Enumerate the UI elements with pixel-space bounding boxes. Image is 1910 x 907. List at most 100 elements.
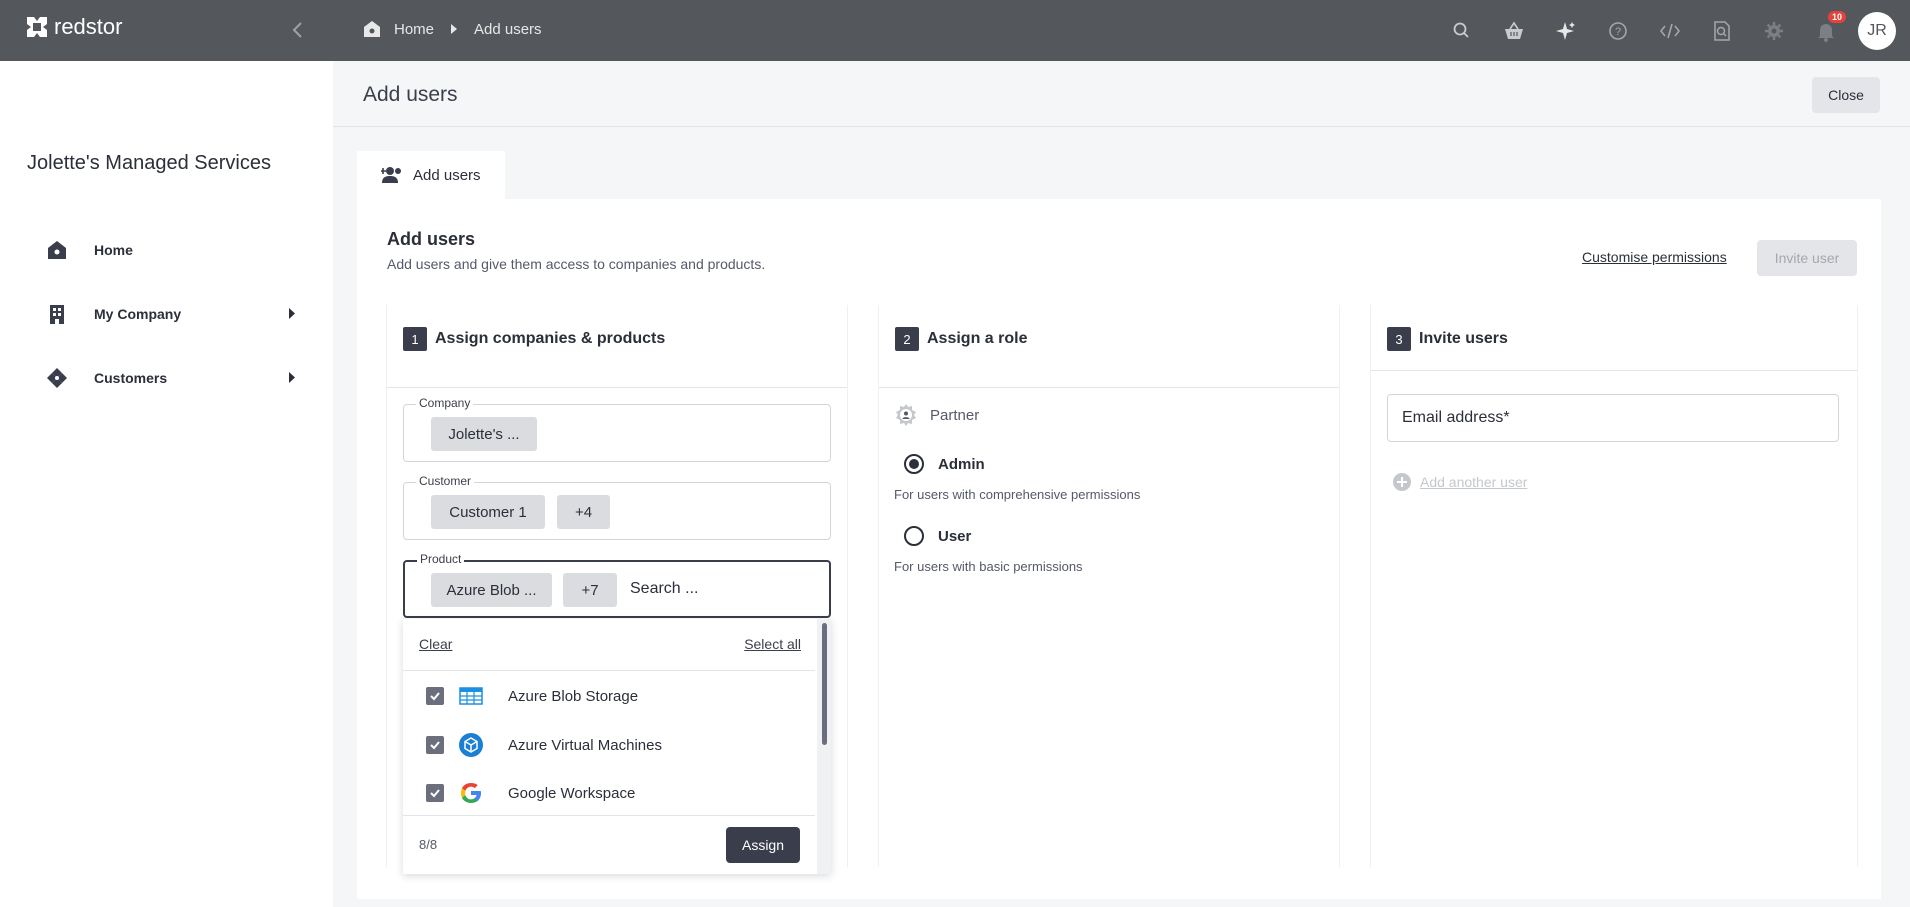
partner-badge-icon [896, 404, 916, 426]
redstor-logo-icon [27, 17, 47, 37]
company-chip[interactable]: Jolette's ... [431, 417, 537, 451]
product-more-chip[interactable]: +7 [563, 573, 617, 607]
search-button[interactable] [1436, 0, 1488, 61]
checkbox[interactable] [426, 736, 444, 754]
customer-field[interactable]: Customer Customer 1 +4 [403, 474, 831, 540]
product-option-label: Google Workspace [508, 784, 636, 802]
breadcrumb-separator-icon [451, 24, 458, 34]
organization-name: Jolette's Managed Services [27, 152, 271, 174]
scrollbar-thumb[interactable] [822, 623, 827, 745]
svg-text:?: ? [1615, 26, 1621, 38]
page-header: Add users Close [333, 61, 1910, 127]
customer-field-label: Customer [416, 474, 475, 488]
radio-button[interactable] [904, 454, 924, 474]
code-icon [1659, 23, 1681, 38]
settings-button[interactable] [1748, 0, 1800, 61]
select-all-link[interactable]: Select all [744, 636, 801, 652]
radio-selected-dot [909, 459, 919, 469]
divider [403, 815, 815, 816]
role-option-description: For users with comprehensive permissions [894, 487, 1141, 502]
check-icon [430, 692, 440, 701]
help-icon: ? [1609, 21, 1627, 40]
step-title: Assign companies & products [435, 330, 666, 347]
role-option-label: User [938, 527, 972, 545]
customer-chip[interactable]: Customer 1 [431, 495, 545, 529]
panel-title: Add users [387, 229, 476, 249]
azure-blob-icon [459, 687, 483, 705]
building-icon [50, 305, 64, 324]
notifications-button[interactable]: 10 [1800, 0, 1852, 61]
role-option-description: For users with basic permissions [894, 559, 1083, 574]
company-field[interactable]: Company Jolette's ... [403, 396, 831, 462]
company-field-label: Company [416, 396, 474, 410]
email-field[interactable]: Email address* [1387, 394, 1839, 442]
invite-user-button[interactable]: Invite user [1757, 240, 1857, 276]
brand-logo[interactable]: redstor [24, 14, 122, 40]
sidebar-item-home[interactable]: Home [46, 235, 296, 265]
product-option-google-workspace[interactable]: Google Workspace [426, 778, 635, 808]
product-option-azure-virtual-machines[interactable]: Azure Virtual Machines [426, 730, 662, 760]
product-option-azure-blob-storage[interactable]: Azure Blob Storage [426, 681, 638, 711]
divider [1371, 370, 1857, 371]
basket-button[interactable] [1488, 0, 1540, 61]
product-search-input[interactable]: Search ... [630, 580, 698, 598]
collapse-sidebar-icon[interactable] [286, 18, 310, 42]
divider [879, 387, 1339, 388]
tab-label: Add users [413, 166, 481, 184]
step-number: 3 [1387, 327, 1411, 351]
add-another-user-label: Add another user [1420, 474, 1528, 490]
assign-button[interactable]: Assign [726, 827, 800, 863]
product-option-label: Azure Virtual Machines [508, 736, 662, 754]
role-group-label: Partner [930, 406, 980, 424]
brand-name: redstor [54, 14, 123, 39]
check-icon [430, 741, 440, 750]
basket-icon [1505, 21, 1523, 39]
checkbox[interactable] [426, 784, 444, 802]
customise-permissions-link[interactable]: Customise permissions [1582, 249, 1727, 265]
home-icon[interactable] [362, 19, 382, 39]
breadcrumb: Home Add users [362, 19, 542, 39]
step-1-header: 1 Assign companies & products [403, 327, 665, 351]
customers-icon [47, 368, 67, 388]
chevron-right-icon [289, 308, 295, 319]
ai-assistant-button[interactable] [1540, 0, 1592, 61]
dropdown-scrollbar[interactable] [817, 619, 831, 874]
email-field-placeholder: Email address* [1402, 409, 1510, 426]
radio-button[interactable] [904, 526, 924, 546]
user-avatar[interactable]: JR [1858, 11, 1896, 50]
divider [387, 387, 847, 388]
step-3-header: 3 Invite users [1387, 327, 1508, 351]
divider [403, 670, 815, 671]
sidebar-item-my-company[interactable]: My Company [46, 299, 296, 329]
step-title: Assign a role [927, 330, 1028, 347]
step-number: 1 [403, 327, 427, 351]
tab-add-users[interactable]: Add users [357, 151, 505, 199]
add-users-icon [381, 167, 401, 183]
customer-more-chip[interactable]: +4 [557, 495, 610, 529]
clear-link[interactable]: Clear [419, 636, 452, 652]
role-group-partner: Partner [894, 403, 979, 427]
sidebar: Jolette's Managed Services Home My Compa… [0, 61, 333, 907]
step-title: Invite users [1419, 330, 1508, 347]
role-option-admin[interactable]: Admin [904, 454, 985, 474]
close-button[interactable]: Close [1812, 77, 1880, 113]
chevron-right-icon [289, 372, 295, 383]
assign-role-column [879, 305, 1339, 867]
product-field[interactable]: Product Azure Blob ... +7 Search ... [403, 552, 831, 618]
top-toolbar: ? 10 JR [1436, 0, 1910, 61]
panel-subtitle: Add users and give them access to compan… [387, 256, 766, 272]
document-search-icon [1714, 20, 1730, 41]
audit-search-button[interactable] [1696, 0, 1748, 61]
api-button[interactable] [1644, 0, 1696, 61]
role-option-label: Admin [938, 455, 985, 473]
checkbox[interactable] [426, 687, 444, 705]
notification-count-badge: 10 [1828, 11, 1847, 23]
breadcrumb-home[interactable]: Home [394, 21, 434, 38]
product-chip[interactable]: Azure Blob ... [431, 573, 552, 607]
search-icon [1453, 22, 1469, 38]
add-another-user-link[interactable]: Add another user [1392, 472, 1527, 492]
role-option-user[interactable]: User [904, 526, 971, 546]
help-button[interactable]: ? [1592, 0, 1644, 61]
sidebar-item-customers[interactable]: Customers [46, 363, 296, 393]
google-icon [461, 783, 481, 803]
